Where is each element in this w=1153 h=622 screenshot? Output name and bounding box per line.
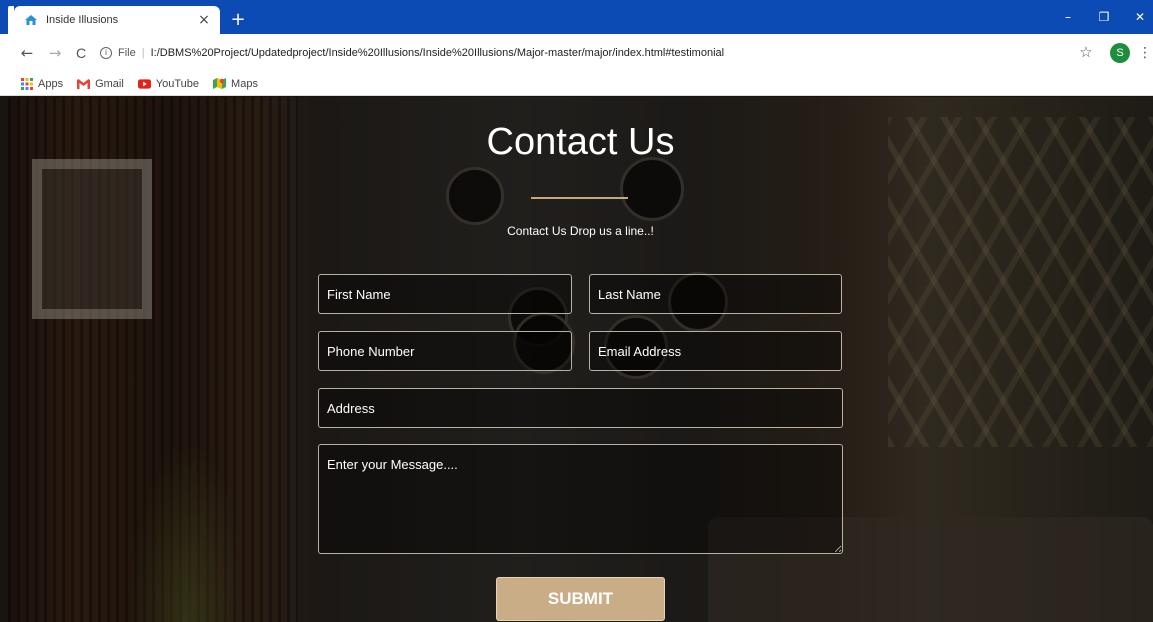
apps-grid-icon <box>20 77 33 90</box>
kebab-menu-icon[interactable]: ⋮ <box>1138 43 1152 63</box>
back-arrow-icon[interactable]: ← <box>18 44 36 62</box>
heading-underline <box>531 197 628 199</box>
section-subtitle: Contact Us Drop us a line..! <box>507 224 654 238</box>
new-tab-button[interactable]: + <box>228 10 248 30</box>
bookmark-gmail[interactable]: Gmail <box>77 77 124 90</box>
close-window-button[interactable]: ✕ <box>1130 10 1150 24</box>
browser-tab-active[interactable]: Inside Illusions × <box>14 6 220 34</box>
phone-number-input[interactable] <box>318 331 572 371</box>
youtube-icon <box>137 77 151 90</box>
house-favicon-icon <box>24 13 38 27</box>
bookmark-star-icon[interactable]: ☆ <box>1078 44 1094 60</box>
browser-toolbar: ← → C i File | I:/DBMS%20Project/Updated… <box>0 34 1153 72</box>
reload-icon[interactable]: C <box>72 44 90 62</box>
submit-button[interactable]: SUBMIT <box>496 577 665 621</box>
file-scheme-label: File <box>118 47 136 59</box>
bookmarks-bar: Apps Gmail YouTube Maps <box>0 72 1153 96</box>
tab-strip: Inside Illusions × + – ❐ ✕ <box>0 0 1153 34</box>
address-input[interactable] <box>318 388 843 428</box>
first-name-input[interactable] <box>318 274 572 314</box>
minimize-button[interactable]: – <box>1058 10 1078 24</box>
email-address-input[interactable] <box>589 331 842 371</box>
url-text[interactable]: I:/DBMS%20Project/Updatedproject/Inside%… <box>151 47 724 59</box>
last-name-input[interactable] <box>589 274 842 314</box>
contact-section: Contact Us Contact Us Drop us a line..! … <box>8 97 1153 622</box>
forward-arrow-icon[interactable]: → <box>46 44 64 62</box>
address-bar[interactable]: i File | I:/DBMS%20Project/Updatedprojec… <box>100 41 1070 65</box>
bookmark-label: Apps <box>38 77 64 90</box>
bookmark-label: YouTube <box>155 77 200 90</box>
tab-title: Inside Illusions <box>46 14 119 26</box>
bookmark-apps[interactable]: Apps <box>20 77 63 90</box>
profile-avatar[interactable]: S <box>1110 43 1130 63</box>
bookmark-label: Maps <box>231 77 258 90</box>
restore-button[interactable]: ❐ <box>1094 10 1114 24</box>
gmail-icon <box>77 77 91 90</box>
bookmark-label: Gmail <box>95 77 124 90</box>
section-heading: Contact Us <box>486 121 675 163</box>
maps-icon <box>213 77 227 90</box>
omnibox-separator: | <box>141 47 145 59</box>
message-textarea[interactable] <box>318 444 843 554</box>
bookmark-youtube[interactable]: YouTube <box>137 77 200 90</box>
tab-close-icon[interactable]: × <box>196 12 212 28</box>
info-icon[interactable]: i <box>100 47 112 59</box>
bookmark-maps[interactable]: Maps <box>213 77 258 90</box>
